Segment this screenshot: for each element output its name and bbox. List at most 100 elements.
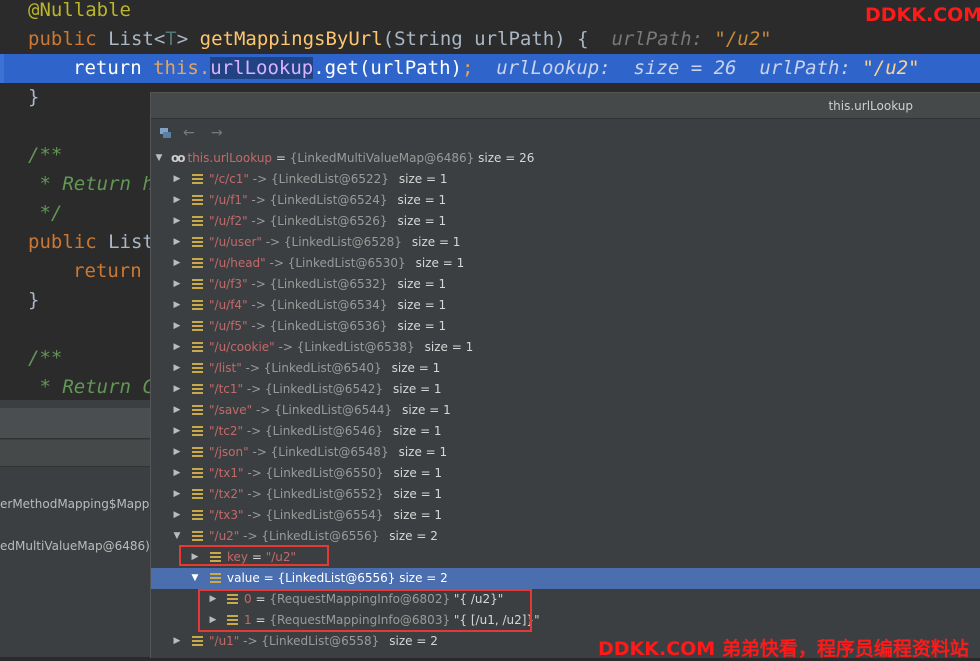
code-line-comment-body[interactable]: * Return h xyxy=(28,170,153,199)
map-entry-row[interactable]: ▶ "/u/head" -> {LinkedList@6530} size = 1 xyxy=(151,253,980,274)
collapsed-arrow-icon[interactable]: ▶ xyxy=(171,463,183,484)
map-entry-row[interactable]: ▶ "/u/f5" -> {LinkedList@6536} size = 1 xyxy=(151,316,980,337)
code-line-comment-open-2[interactable]: /** xyxy=(28,344,62,373)
item-index: 0 xyxy=(244,592,252,606)
collapsed-arrow-icon[interactable]: ▶ xyxy=(171,211,183,232)
map-entry-row[interactable]: ▶ "/u/f3" -> {LinkedList@6532} size = 1 xyxy=(151,274,980,295)
u2-key-row[interactable]: ▶ key = "/u2" xyxy=(151,547,980,568)
code-line-method-signature[interactable]: public List<T> getMappingsByUrl(String u… xyxy=(28,25,772,54)
frame-item[interactable]: edMultiValueMap@6486) xyxy=(0,539,150,553)
code-line-comment-close[interactable]: */ xyxy=(28,199,62,228)
collapsed-arrow-icon[interactable]: ▶ xyxy=(171,253,183,274)
list-item-row[interactable]: ▶ 0 = {RequestMappingInfo@6802} "{ /u2}" xyxy=(151,589,980,610)
collapsed-arrow-icon[interactable]: ▶ xyxy=(171,505,183,526)
collapsed-arrow-icon[interactable]: ▶ xyxy=(171,295,183,316)
expanded-arrow-icon[interactable]: ▼ xyxy=(189,568,201,589)
watermark-top: DDKK.COM xyxy=(865,4,980,26)
view-as-icon[interactable] xyxy=(159,120,173,146)
map-entry-row[interactable]: ▶ "/u/cookie" -> {LinkedList@6538} size = … xyxy=(151,337,980,358)
list-item-row[interactable]: ▶ 1 = {RequestMappingInfo@6803} "{ [/u1, … xyxy=(151,610,980,631)
arrow-separator: -> xyxy=(239,634,262,648)
field-list-icon xyxy=(192,300,203,311)
map-entry-row[interactable]: ▶ "/tx1" -> {LinkedList@6550} size = 1 xyxy=(151,463,980,484)
entry-size: size = 2 xyxy=(389,634,438,648)
popup-title[interactable]: this.urlLookup xyxy=(151,93,980,119)
collapsed-arrow-icon[interactable]: ▶ xyxy=(207,589,219,610)
entry-key: "/u2" xyxy=(209,529,240,543)
collapsed-arrow-icon[interactable]: ▶ xyxy=(189,547,201,568)
map-entry-row[interactable]: ▶ "/tx2" -> {LinkedList@6552} size = 1 xyxy=(151,484,980,505)
brace: } xyxy=(28,86,40,108)
collapsed-arrow-icon[interactable]: ▶ xyxy=(207,610,219,631)
arrow-separator: -> xyxy=(265,256,288,270)
expanded-arrow-icon[interactable]: ▼ xyxy=(171,526,183,547)
map-entry-row[interactable]: ▶ "/tc1" -> {LinkedList@6542} size = 1 xyxy=(151,379,980,400)
collapsed-arrow-icon[interactable]: ▶ xyxy=(171,316,183,337)
collapsed-arrow-icon[interactable]: ▶ xyxy=(171,232,183,253)
map-entry-row[interactable]: ▶ "/save" -> {LinkedList@6544} size = 1 xyxy=(151,400,980,421)
map-entry-row[interactable]: ▶ "/tx3" -> {LinkedList@6554} size = 1 xyxy=(151,505,980,526)
collapsed-arrow-icon[interactable]: ▶ xyxy=(171,631,183,652)
collapsed-arrow-icon[interactable]: ▶ xyxy=(171,442,183,463)
code-line-close-brace[interactable]: } xyxy=(28,83,39,112)
entry-key: "/tc1" xyxy=(209,382,244,396)
arrow-separator: -> xyxy=(248,445,271,459)
inline-hint-urlpath-label: urlPath: xyxy=(759,57,863,79)
entry-size: size = 1 xyxy=(392,382,442,396)
collapsed-arrow-icon[interactable]: ▶ xyxy=(171,421,183,442)
entry-size: size = 1 xyxy=(397,319,447,333)
tree-root-row[interactable]: ▼ oo this.urlLookup = {LinkedMultiValueMa… xyxy=(151,148,980,169)
keyword-this: this. xyxy=(153,57,211,79)
field-urllookup[interactable]: urlLookup xyxy=(210,57,314,79)
map-entry-row[interactable]: ▶ "/list" -> {LinkedList@6540} size = 1 xyxy=(151,358,980,379)
entry-key: "/u/f2" xyxy=(209,214,248,228)
code-line-annotation[interactable]: @Nullable xyxy=(28,0,131,25)
map-entry-row[interactable]: ▶ "/json" -> {LinkedList@6548} size = 1 xyxy=(151,442,980,463)
value-size: size = 2 xyxy=(395,571,448,585)
code-line-close-brace-2[interactable]: } xyxy=(28,286,39,315)
collapsed-arrow-icon[interactable]: ▶ xyxy=(171,337,183,358)
map-entry-row[interactable]: ▶ "/u/f4" -> {LinkedList@6534} size = 1 xyxy=(151,295,980,316)
map-entry-row[interactable]: ▼ "/u2" -> {LinkedList@6556} size = 2 xyxy=(151,526,980,547)
comment-text: * Return C xyxy=(28,376,154,398)
collapsed-arrow-icon[interactable]: ▶ xyxy=(171,190,183,211)
annotation-nullable: @Nullable xyxy=(28,0,131,21)
map-entry-row[interactable]: ▶ "/tc2" -> {LinkedList@6546} size = 1 xyxy=(151,421,980,442)
field-list-icon xyxy=(192,447,203,458)
variable-inspector-popup[interactable]: this.urlLookup ← → ▼ oo this.urlLookup = … xyxy=(150,92,980,658)
code-line-return-2[interactable]: return xyxy=(73,257,142,286)
collapsed-arrow-icon[interactable]: ▶ xyxy=(171,274,183,295)
arrow-separator: -> xyxy=(247,298,270,312)
map-entry-row[interactable]: ▶ "/c/c1" -> {LinkedList@6522} size = 1 xyxy=(151,169,980,190)
entry-size: size = 1 xyxy=(397,298,447,312)
back-arrow-icon[interactable]: ← xyxy=(183,120,195,146)
code-line-method-signature-2[interactable]: public List xyxy=(28,228,154,257)
map-entry-row[interactable]: ▶ "/u/f2" -> {LinkedList@6526} size = 1 xyxy=(151,211,980,232)
collapsed-arrow-icon[interactable]: ▶ xyxy=(171,379,183,400)
code-line-return-current[interactable]: return this.urlLookup.get(urlPath); urlL… xyxy=(73,54,920,83)
entry-size: size = 1 xyxy=(393,466,443,480)
entry-ref: {LinkedList@6522} xyxy=(270,172,389,186)
collapsed-arrow-icon[interactable]: ▶ xyxy=(171,484,183,505)
u2-value-row[interactable]: ▼ value = {LinkedList@6556} size = 2 xyxy=(151,568,980,589)
collapsed-arrow-icon[interactable]: ▶ xyxy=(171,169,183,190)
field-list-icon xyxy=(192,342,203,353)
map-entry-row[interactable]: ▶ "/u/user" -> {LinkedList@6528} size = 1 xyxy=(151,232,980,253)
item-ref: {RequestMappingInfo@6802} xyxy=(269,592,451,606)
entry-ref: {LinkedList@6542} xyxy=(265,382,383,396)
arrow-separator: -> xyxy=(252,403,275,417)
code-line-comment-body-2[interactable]: * Return C xyxy=(28,373,154,402)
entry-size: size = 1 xyxy=(392,424,442,438)
forward-arrow-icon[interactable]: → xyxy=(211,120,223,146)
frame-item[interactable]: erMethodMapping$Mapp xyxy=(0,497,150,511)
expanded-arrow-icon[interactable]: ▼ xyxy=(153,148,165,169)
entry-size: size = 1 xyxy=(411,235,461,249)
collapsed-arrow-icon[interactable]: ▶ xyxy=(171,358,183,379)
collapsed-arrow-icon[interactable]: ▶ xyxy=(171,400,183,421)
root-size: size = 26 xyxy=(474,151,535,165)
comment-text: /** xyxy=(28,144,63,166)
code-line-comment-open[interactable]: /** xyxy=(28,141,62,170)
entry-key: "/u/f4" xyxy=(209,298,248,312)
map-entry-row[interactable]: ▶ "/u/f1" -> {LinkedList@6524} size = 1 xyxy=(151,190,980,211)
watch-glasses-icon: oo xyxy=(171,151,185,165)
